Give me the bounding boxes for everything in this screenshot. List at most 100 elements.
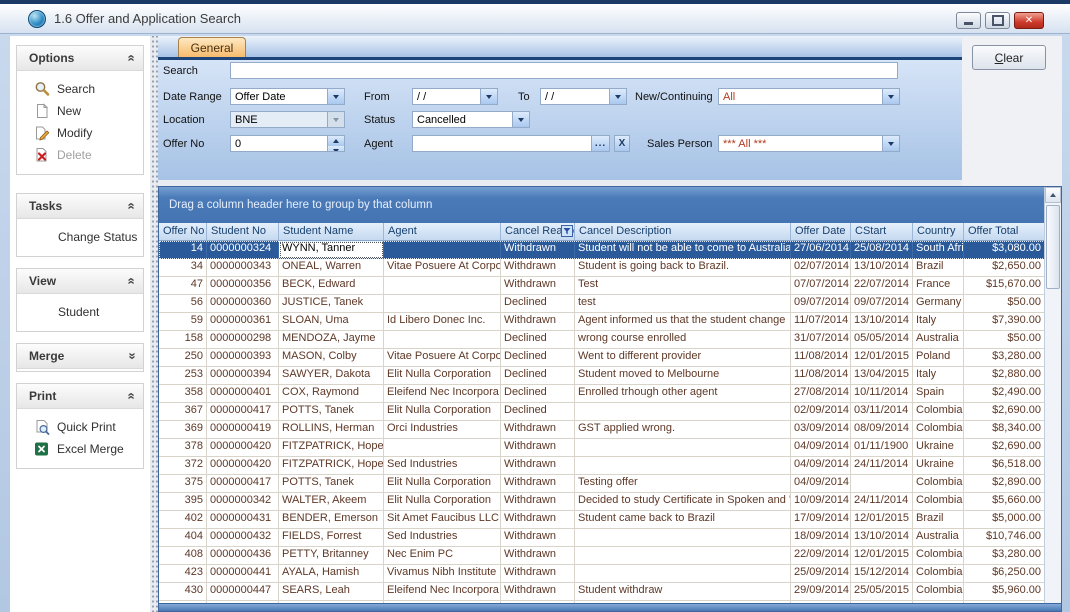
grid-cell[interactable]: 13/10/2014: [851, 259, 913, 277]
chevron-down-icon[interactable]: [327, 89, 344, 104]
grid-cell[interactable]: Went to different provider: [575, 349, 791, 367]
grid-cell[interactable]: $5,660.00: [964, 493, 1045, 511]
grid-cell[interactable]: 09/07/2014: [851, 295, 913, 313]
grid-cell[interactable]: Ukraine: [913, 439, 964, 457]
table-row[interactable]: 470000000356BECK, EdwardWithdrawnTest07/…: [159, 277, 1045, 295]
grid-cell[interactable]: Italy: [913, 313, 964, 331]
grid-cell[interactable]: Id Libero Donec Inc.: [384, 313, 501, 331]
grid-cell[interactable]: Withdrawn: [501, 493, 575, 511]
grid-cell[interactable]: $5,960.00: [964, 583, 1045, 601]
grid-cell[interactable]: 02/09/2014: [791, 403, 851, 421]
grid-cell[interactable]: Orci Industries: [384, 421, 501, 439]
scroll-up-icon[interactable]: [1045, 187, 1061, 203]
grid-cell[interactable]: ONEAL, Warren: [279, 259, 384, 277]
grid-cell[interactable]: 17/09/2014: [791, 511, 851, 529]
grid-cell[interactable]: 24/11/2014: [851, 457, 913, 475]
grid-cell[interactable]: Declined: [501, 331, 575, 349]
grid-cell[interactable]: 369: [159, 421, 207, 439]
grid-cell[interactable]: Withdrawn: [501, 511, 575, 529]
grid-cell[interactable]: 158: [159, 331, 207, 349]
grid-cell[interactable]: Enrolled trhough other agent: [575, 385, 791, 403]
spin-up-icon[interactable]: [328, 136, 344, 146]
grid-cell[interactable]: [575, 565, 791, 583]
agent-browse-button[interactable]: ...: [591, 136, 609, 151]
grid-cell[interactable]: [575, 457, 791, 475]
grid-cell[interactable]: Colombia: [913, 403, 964, 421]
grid-cell[interactable]: [851, 475, 913, 493]
grid-cell[interactable]: 0000000298: [207, 331, 279, 349]
grid-cell[interactable]: 0000000360: [207, 295, 279, 313]
chevron-double-up-icon[interactable]: «: [126, 54, 136, 61]
grid-cell[interactable]: Colombia: [913, 421, 964, 439]
grid-cell[interactable]: 34: [159, 259, 207, 277]
sidebar-item-search[interactable]: Search: [17, 78, 143, 100]
grid-cell[interactable]: 10/11/2014: [851, 385, 913, 403]
grid-cell[interactable]: Eleifend Nec Incorpora: [384, 583, 501, 601]
grid-cell[interactable]: Withdrawn: [501, 313, 575, 331]
grid-cell[interactable]: $2,690.00: [964, 403, 1045, 421]
grid-cell[interactable]: 22/09/2014: [791, 547, 851, 565]
grid-cell[interactable]: WYNN, Tanner: [279, 241, 384, 259]
grid-cell[interactable]: SEARS, Leah: [279, 583, 384, 601]
horizontal-scrollbar[interactable]: [159, 603, 1061, 611]
column-header-agent[interactable]: Agent: [384, 223, 501, 241]
spin-down-icon[interactable]: [328, 146, 344, 152]
grid-cell[interactable]: 395: [159, 493, 207, 511]
grid-cell[interactable]: France: [913, 277, 964, 295]
grid-cell[interactable]: 0000000417: [207, 475, 279, 493]
sidebar-splitter[interactable]: [150, 36, 158, 612]
grid-cell[interactable]: Declined: [501, 403, 575, 421]
grid-cell[interactable]: $2,690.00: [964, 439, 1045, 457]
grid-cell[interactable]: Agent informed us that the student chang…: [575, 313, 791, 331]
grid-cell[interactable]: Withdrawn: [501, 277, 575, 295]
grid-cell[interactable]: [384, 295, 501, 313]
table-row[interactable]: 3670000000417POTTS, TanekElit Nulla Corp…: [159, 403, 1045, 421]
chevron-down-icon[interactable]: [480, 89, 497, 104]
grid-cell[interactable]: PETTY, Britanney: [279, 547, 384, 565]
agent-clear-button[interactable]: X: [614, 135, 630, 152]
grid-cell[interactable]: Colombia: [913, 475, 964, 493]
table-row[interactable]: 3750000000417POTTS, TanekElit Nulla Corp…: [159, 475, 1045, 493]
agent-field[interactable]: ...: [412, 135, 610, 152]
grid-cell[interactable]: FITZPATRICK, Hope: [279, 457, 384, 475]
table-row[interactable]: 4230000000441AYALA, HamishVivamus Nibh I…: [159, 565, 1045, 583]
grid-cell[interactable]: Student will not be able to come to Aust…: [575, 241, 791, 259]
section-header-options[interactable]: Options«: [17, 46, 143, 71]
grid-cell[interactable]: 0000000432: [207, 529, 279, 547]
grid-cell[interactable]: $6,518.00: [964, 457, 1045, 475]
grid-cell[interactable]: Elit Nulla Corporation: [384, 403, 501, 421]
grid-cell[interactable]: Withdrawn: [501, 259, 575, 277]
grid-cell[interactable]: 56: [159, 295, 207, 313]
grid-cell[interactable]: 0000000401: [207, 385, 279, 403]
column-header-offer-no[interactable]: Offer No: [159, 223, 207, 241]
table-row[interactable]: 4300000000447SEARS, LeahEleifend Nec Inc…: [159, 583, 1045, 601]
sales-person-select[interactable]: *** All ***: [718, 135, 900, 152]
grid-cell[interactable]: 0000000447: [207, 583, 279, 601]
grid-cell[interactable]: Test: [575, 277, 791, 295]
grid-cell[interactable]: 358: [159, 385, 207, 403]
grid-cell[interactable]: Vitae Posuere At Corpo: [384, 349, 501, 367]
grid-cell[interactable]: 0000000420: [207, 457, 279, 475]
grid-cell[interactable]: 13/10/2014: [851, 313, 913, 331]
grid-cell[interactable]: 13/10/2014: [851, 529, 913, 547]
grid-cell[interactable]: Declined: [501, 295, 575, 313]
section-header-merge[interactable]: Merge«: [17, 344, 143, 369]
grid-cell[interactable]: 25/05/2015: [851, 583, 913, 601]
grid-cell[interactable]: $7,390.00: [964, 313, 1045, 331]
grid-cell[interactable]: Sed Industries: [384, 529, 501, 547]
status-select[interactable]: Cancelled: [412, 111, 530, 128]
table-row[interactable]: 3780000000420FITZPATRICK, HopeWithdrawn0…: [159, 439, 1045, 457]
offer-no-stepper[interactable]: 0: [230, 135, 345, 152]
grid-cell[interactable]: POTTS, Tanek: [279, 475, 384, 493]
sidebar-item-new[interactable]: New: [17, 100, 143, 122]
table-row[interactable]: 4080000000436PETTY, BritanneyNec Enim PC…: [159, 547, 1045, 565]
grid-cell[interactable]: Brazil: [913, 259, 964, 277]
grid-cell[interactable]: Withdrawn: [501, 457, 575, 475]
sidebar-item-quick-print[interactable]: Quick Print: [17, 416, 143, 438]
table-row[interactable]: 2500000000393MASON, ColbyVitae Posuere A…: [159, 349, 1045, 367]
grid-cell[interactable]: Eleifend Nec Incorpora: [384, 385, 501, 403]
grid-cell[interactable]: AYALA, Hamish: [279, 565, 384, 583]
grid-cell[interactable]: 0000000431: [207, 511, 279, 529]
grid-cell[interactable]: 27/06/2014: [791, 241, 851, 259]
section-header-view[interactable]: View«: [17, 269, 143, 294]
